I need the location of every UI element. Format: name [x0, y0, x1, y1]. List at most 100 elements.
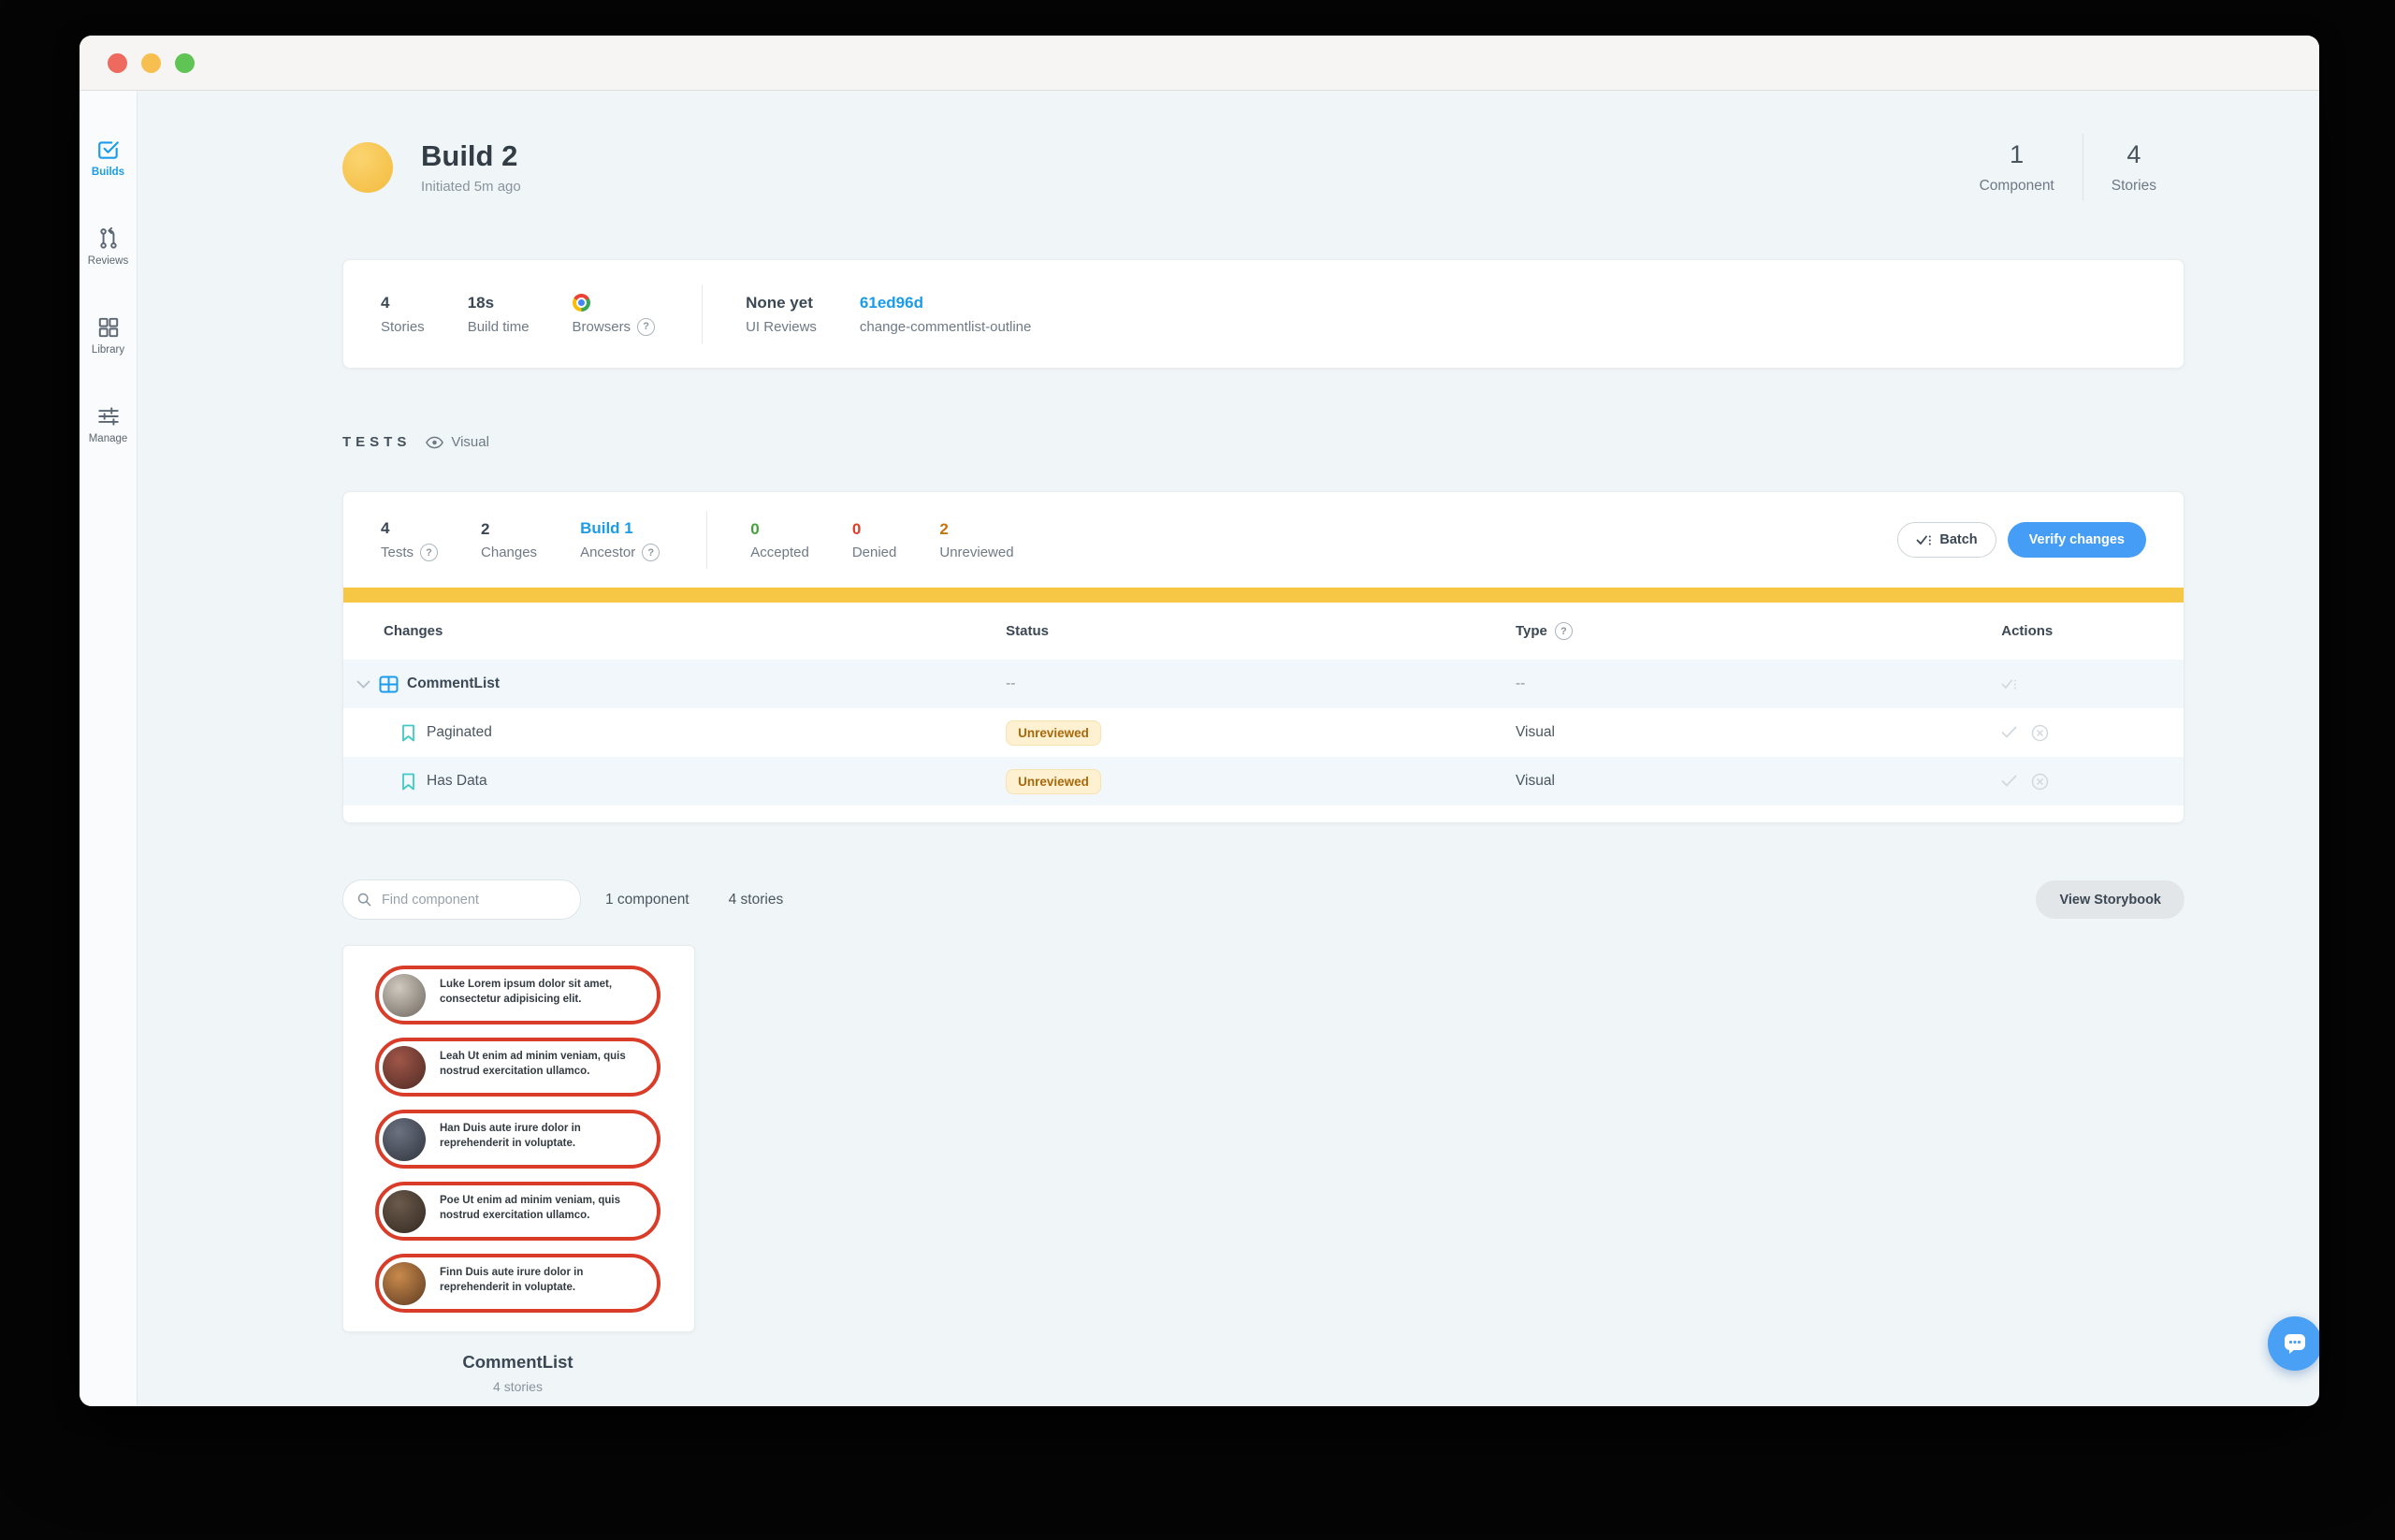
tests-section-label: TESTS [342, 434, 412, 450]
commit-link[interactable]: 61ed96d [860, 294, 1031, 313]
tests-mode-label: Visual [451, 434, 489, 450]
chat-bubble-icon [2285, 1334, 2305, 1354]
verify-changes-button[interactable]: Verify changes [2007, 522, 2146, 558]
denied-value: 0 [851, 519, 862, 538]
changes-count-value: 2 [481, 519, 490, 538]
ancestor-link[interactable]: Build 1 [580, 518, 660, 538]
sidebar-item-manage[interactable]: Manage [80, 404, 137, 444]
commit-stat: 61ed96d change-commentlist-outline [860, 294, 1031, 335]
column-header-changes: Changes [384, 623, 443, 639]
storybook-toolbar: 1 component 4 stories View Storybook [342, 879, 2185, 920]
unreviewed-stat: 2 Unreviewed [939, 519, 1014, 561]
find-component-search[interactable] [342, 879, 581, 920]
search-input[interactable] [379, 891, 574, 908]
commentlist-preview-card[interactable]: Luke Lorem ipsum dolor sit amet, consect… [342, 945, 695, 1332]
sidebar-item-builds[interactable]: Builds [80, 138, 137, 178]
browsers-stat: Browsers ? [572, 293, 656, 336]
help-icon[interactable]: ? [637, 317, 656, 336]
view-storybook-button[interactable]: View Storybook [2036, 880, 2185, 919]
table-row-commentlist[interactable]: CommentList -- -- [343, 660, 2184, 708]
avatar [383, 973, 426, 1017]
component-grid-icon [379, 676, 399, 692]
help-icon[interactable]: ? [642, 544, 660, 561]
view-storybook-label: View Storybook [2059, 892, 2161, 908]
sidebar: Builds Reviews Library Manage [80, 91, 138, 1406]
reviews-icon [99, 226, 117, 249]
accepted-value: 0 [750, 519, 760, 538]
accept-icon[interactable] [2001, 775, 2017, 788]
row-type: Visual [1515, 773, 1555, 789]
ancestor-stat: Build 1 Ancestor ? [580, 518, 660, 561]
ui-reviews-value: None yet [746, 294, 813, 312]
help-icon[interactable]: ? [420, 544, 439, 561]
chat-fab-button[interactable] [2268, 1316, 2319, 1371]
status-badge: Unreviewed [1006, 719, 1101, 746]
comment-item: Finn Duis aute irure dolor in reprehende… [375, 1254, 660, 1313]
comment-text: Leah Ut enim ad minim veniam, quis nostr… [440, 1051, 626, 1077]
stories-value: 4 [381, 294, 390, 312]
sidebar-item-label: Builds [91, 167, 125, 178]
minimize-window-button[interactable] [141, 52, 161, 73]
changes-count-label: Changes [481, 545, 538, 560]
divider [702, 284, 704, 343]
comment-text: Finn Duis aute irure dolor in reprehende… [440, 1267, 584, 1293]
changes-table-header: Changes Status Type ? Actions [343, 603, 2184, 660]
help-icon[interactable]: ? [1554, 622, 1573, 640]
tests-card: 4 Tests ? 2 Changes Build 1 Ancestor ? 0… [342, 491, 2185, 823]
manage-icon [97, 407, 119, 426]
component-count-text: 1 component [605, 891, 689, 908]
app-window: Builds Reviews Library Manage Build 2 In… [80, 36, 2319, 1406]
unreviewed-label: Unreviewed [939, 545, 1014, 560]
component-count-label: Component [1979, 178, 2054, 194]
build-summary-card: 4 Stories 18s Build time Browsers ? None [342, 259, 2185, 369]
comment-item: Luke Lorem ipsum dolor sit amet, consect… [375, 966, 660, 1024]
deny-icon[interactable] [2031, 724, 2049, 742]
comment-item: Leah Ut enim ad minim veniam, quis nostr… [375, 1038, 660, 1097]
component-name: CommentList [407, 676, 501, 691]
build-header: Build 2 Initiated 5m ago 1 Component 4 S… [342, 134, 2185, 201]
build-header-stats: 1 Component 4 Stories [1952, 134, 2185, 201]
column-header-type: Type [1515, 623, 1547, 639]
comment-text: Luke Lorem ipsum dolor sit amet, consect… [440, 979, 613, 1005]
deny-icon[interactable] [2031, 773, 2049, 791]
comment-text: Han Duis aute irure dolor in reprehender… [440, 1123, 581, 1149]
sidebar-item-library[interactable]: Library [80, 315, 137, 356]
close-window-button[interactable] [108, 52, 127, 73]
accept-icon[interactable] [2001, 726, 2017, 739]
table-row-paginated[interactable]: Paginated Unreviewed Visual [343, 708, 2184, 757]
tests-summary-row: 4 Tests ? 2 Changes Build 1 Ancestor ? 0… [343, 492, 2184, 588]
stories-label: Stories [381, 318, 425, 335]
build-time-stat: 18s Build time [468, 294, 530, 335]
unreviewed-value: 2 [939, 519, 949, 538]
divider [706, 511, 708, 569]
table-row-has-data[interactable]: Has Data Unreviewed Visual [343, 757, 2184, 806]
batch-button[interactable]: Batch [1897, 522, 1996, 558]
stories-stat: 4 Stories [381, 294, 425, 335]
sidebar-item-reviews[interactable]: Reviews [80, 226, 137, 267]
verify-changes-label: Verify changes [2028, 532, 2125, 547]
build-avatar [342, 142, 393, 193]
denied-label: Denied [851, 545, 897, 560]
search-icon [357, 893, 371, 907]
bookmark-icon [402, 724, 414, 741]
comment-text: Poe Ut enim ad minim veniam, quis nostru… [440, 1195, 620, 1221]
accepted-label: Accepted [750, 545, 809, 560]
status-badge: Unreviewed [1006, 768, 1101, 794]
story-card-caption: CommentList 4 stories [342, 1352, 693, 1394]
page-title: Build 2 [421, 139, 518, 173]
build-time-value: 18s [467, 294, 495, 312]
batch-button-label: Batch [1939, 532, 1978, 547]
row-type: -- [1515, 676, 1526, 691]
batch-accept-icon[interactable] [2001, 677, 2017, 691]
row-type: Visual [1515, 724, 1555, 740]
avatar [383, 1045, 426, 1089]
changes-count-stat: 2 Changes [481, 519, 538, 561]
chevron-down-icon[interactable] [356, 680, 370, 689]
tests-count-value: 4 [381, 518, 390, 537]
ancestor-label: Ancestor [580, 545, 636, 560]
comment-item: Poe Ut enim ad minim veniam, quis nostru… [375, 1182, 660, 1241]
avatar [383, 1189, 426, 1233]
zoom-window-button[interactable] [175, 52, 195, 73]
build-subtitle: Initiated 5m ago [421, 178, 521, 195]
denied-stat: 0 Denied [851, 519, 897, 561]
